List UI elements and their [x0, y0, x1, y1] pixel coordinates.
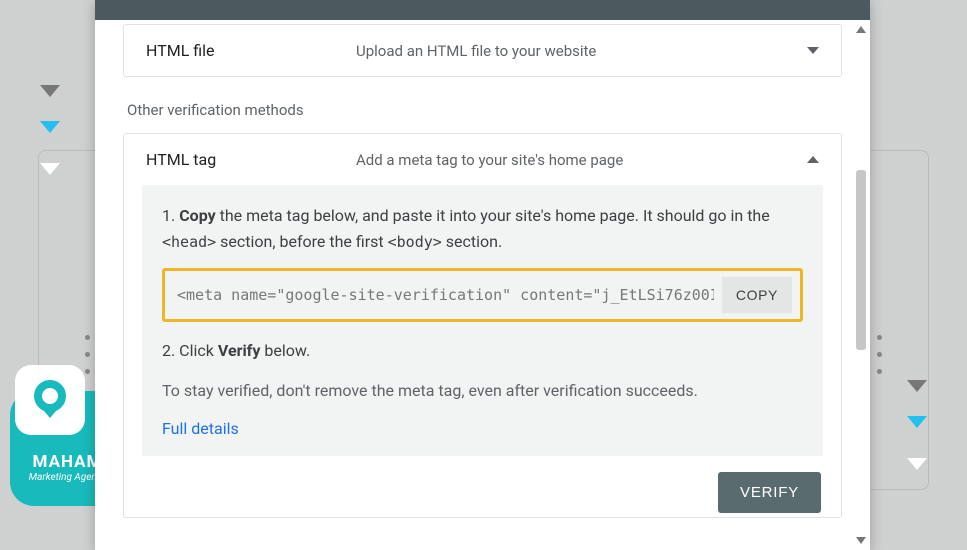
verification-note: To stay verified, don't remove the meta … [162, 378, 803, 404]
scroll-up-icon[interactable] [856, 26, 866, 33]
step-2-text: 2. Click Verify below. [162, 338, 803, 364]
method-title: HTML tag [146, 150, 356, 169]
meta-tag-snippet[interactable]: <meta name="google-site-verification" co… [165, 276, 714, 314]
bg-bullet-icon [877, 335, 882, 340]
bg-bullet-icon [877, 369, 882, 374]
scroll-down-icon[interactable] [856, 537, 866, 544]
method-title: HTML file [146, 41, 356, 60]
bg-bullet-icon [85, 352, 90, 357]
dialog-header [95, 0, 870, 20]
full-details-link[interactable]: Full details [162, 419, 239, 438]
html-tag-instructions: 1. Copy the meta tag below, and paste it… [142, 185, 823, 456]
bg-bullet-icon [85, 335, 90, 340]
bg-arrow-icon [40, 121, 60, 133]
method-html-tag[interactable]: HTML tag Add a meta tag to your site's h… [124, 134, 841, 185]
method-html-file[interactable]: HTML file Upload an HTML file to your we… [124, 25, 841, 76]
bg-bullet-icon [877, 352, 882, 357]
chevron-up-icon [807, 156, 819, 163]
meta-tag-codebox: <meta name="google-site-verification" co… [162, 268, 803, 322]
bg-arrow-icon [40, 85, 60, 97]
method-desc: Add a meta tag to your site's home page [356, 151, 807, 169]
scrollbar[interactable] [854, 20, 868, 550]
copy-button[interactable]: COPY [722, 277, 792, 313]
verification-dialog: HTML file Upload an HTML file to your we… [95, 0, 870, 550]
method-desc: Upload an HTML file to your website [356, 42, 807, 60]
other-methods-label: Other verification methods [127, 101, 838, 119]
step-1-text: 1. Copy the meta tag below, and paste it… [162, 203, 803, 254]
verify-button[interactable]: VERIFY [718, 472, 821, 513]
scrollbar-thumb[interactable] [856, 170, 866, 350]
chevron-down-icon [807, 47, 819, 54]
logo-icon [15, 365, 85, 435]
logo-name: MAHAM [33, 452, 103, 472]
bg-bullet-icon [85, 369, 90, 374]
